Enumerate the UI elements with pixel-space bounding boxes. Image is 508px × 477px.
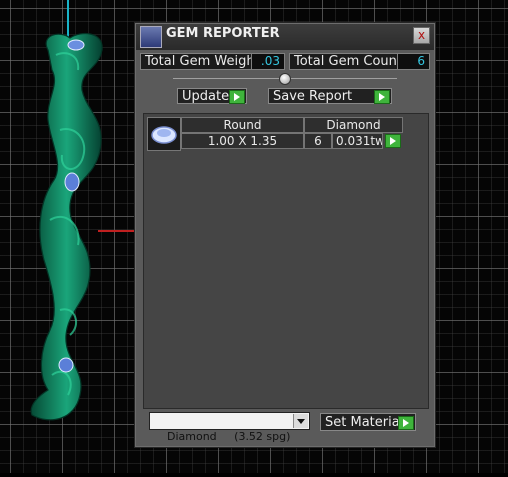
jewelry-model[interactable] xyxy=(20,30,120,435)
play-arrow-icon xyxy=(229,90,245,104)
play-arrow-icon xyxy=(374,90,390,104)
play-arrow-icon xyxy=(385,134,401,148)
gem-weight-cell[interactable]: 0.031tw xyxy=(332,133,383,149)
total-gem-weight-value: .03 xyxy=(251,53,285,70)
gem-reporter-panel: GEM REPORTER x Total Gem Weight .03 Tota… xyxy=(134,22,436,448)
material-select[interactable]: Diamond (3.52 spg) xyxy=(149,412,310,443)
set-material-button[interactable]: Set Material xyxy=(320,413,416,431)
gem-size-cell[interactable]: 1.00 X 1.35 xyxy=(181,133,304,149)
gem-count-cell[interactable]: 6 xyxy=(304,133,332,149)
save-report-button-label: Save Report xyxy=(273,89,353,104)
play-arrow-icon xyxy=(398,416,414,430)
chevron-down-icon[interactable] xyxy=(293,414,308,428)
material-select-value: Diamond (3.52 spg) xyxy=(167,430,291,443)
gem-material-cell[interactable]: Diamond xyxy=(304,117,403,133)
total-gem-count-value: 6 xyxy=(397,53,430,70)
round-gem-icon xyxy=(147,117,181,151)
title-bar[interactable]: GEM REPORTER x xyxy=(136,24,434,50)
gem-row-go-button[interactable] xyxy=(384,133,402,149)
save-report-button[interactable]: Save Report xyxy=(268,88,392,104)
update-button-label: Update xyxy=(182,89,230,104)
panel-splitter-handle[interactable] xyxy=(279,73,291,85)
gem-shape-cell[interactable]: Round xyxy=(181,117,304,133)
update-button[interactable]: Update xyxy=(177,88,247,104)
window-title: GEM REPORTER xyxy=(166,26,280,41)
close-button[interactable]: x xyxy=(413,27,430,44)
gem-list: Round Diamond 1.00 X 1.35 6 0.031tw xyxy=(143,113,429,409)
set-material-button-label: Set Material xyxy=(325,415,404,430)
gem-reporter-app-icon xyxy=(140,26,162,48)
